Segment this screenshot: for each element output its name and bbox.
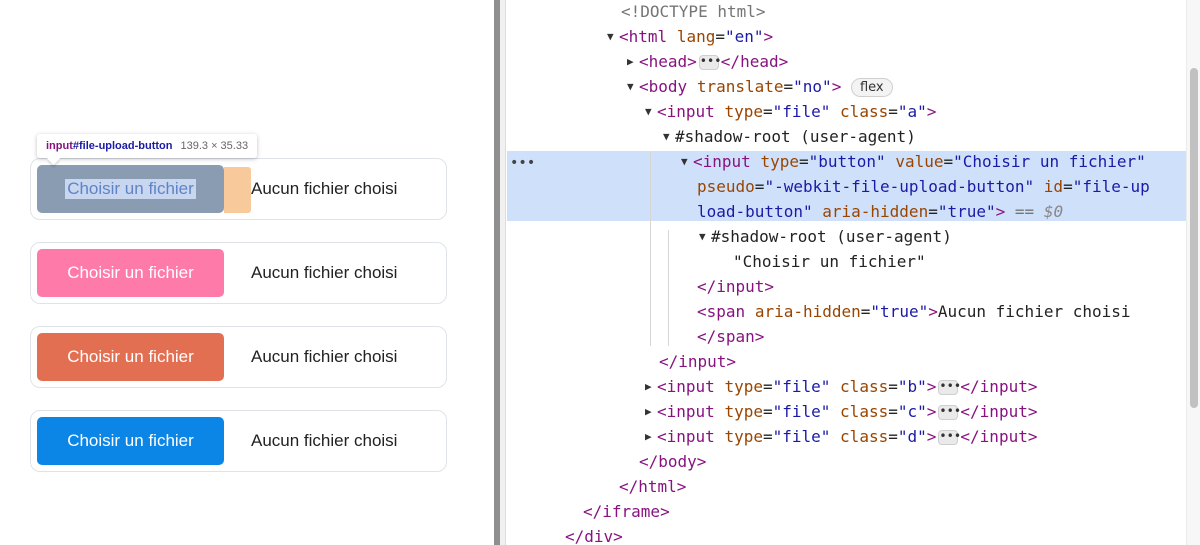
dom-node-file-upload-button-cont: load-button" aria-hidden="true"> == $0 (697, 202, 1064, 221)
inspect-tooltip: input#file-upload-button 139.3 × 35.33 (37, 134, 258, 158)
dom-node-input-b[interactable]: ▶ <input type="file" class="b"> •••</input… (507, 375, 1186, 400)
expand-arrow-icon[interactable]: ▼ (699, 225, 711, 250)
dom-node-doctype[interactable]: <!DOCTYPE html> (507, 0, 1186, 25)
ellipsis-icon[interactable]: ••• (938, 405, 961, 420)
dom-node-body[interactable]: ▼ <body translate="no"> flex (507, 75, 1186, 100)
dom-node-file-upload-button[interactable]: ▼ <input type="button" value="Choisir un … (507, 150, 1186, 175)
expand-arrow-icon[interactable]: ▼ (645, 100, 657, 125)
expand-arrow-icon[interactable]: ▼ (627, 75, 639, 100)
vertical-scrollbar[interactable] (1186, 0, 1200, 545)
collapse-arrow-icon[interactable]: ▶ (645, 400, 657, 425)
file-status-text: Aucun fichier choisi (251, 347, 398, 366)
page-preview: input#file-upload-button 139.3 × 35.33 C… (0, 0, 494, 545)
file-status-text: Aucun fichier choisi (251, 263, 398, 282)
devtools-elements-panel: ••• <!DOCTYPE html> ▼ <html lang="en"> ▶ <… (507, 0, 1200, 545)
file-button-label: Choisir un fichier (65, 179, 196, 199)
expand-arrow-icon[interactable]: ▼ (681, 150, 693, 175)
dom-node-close[interactable]: </iframe> (507, 500, 1186, 525)
flex-badge[interactable]: flex (850, 78, 893, 97)
scrollbar-thumb[interactable] (1190, 68, 1198, 408)
file-button-label: Choisir un fichier (67, 263, 194, 282)
dom-node-close[interactable]: </div> (507, 525, 1186, 545)
expand-arrow-icon[interactable]: ▼ (663, 125, 675, 150)
dom-node-inner-shadow-root[interactable]: ▼ #shadow-root (user-agent) (507, 225, 1186, 250)
file-button-label: Choisir un fichier (67, 431, 194, 450)
dom-node-shadow-root[interactable]: ▼ #shadow-root (user-agent) (507, 125, 1186, 150)
collapse-arrow-icon[interactable]: ▶ (645, 375, 657, 400)
file-upload-button[interactable]: Choisir un fichier (37, 249, 224, 297)
file-status-text: Aucun fichier choisi (251, 431, 398, 450)
ellipsis-icon[interactable]: ••• (698, 55, 721, 70)
file-upload-button[interactable]: Choisir un fichier (37, 417, 224, 465)
file-button-label: Choisir un fichier (67, 347, 194, 366)
dom-node-close[interactable]: </html> (507, 475, 1186, 500)
dom-node-input-a[interactable]: ▼ <input type="file" class="a"> (507, 100, 1186, 125)
ellipsis-icon[interactable]: ••• (938, 430, 961, 445)
collapse-arrow-icon[interactable]: ▶ (627, 50, 639, 75)
collapse-arrow-icon[interactable]: ▶ (645, 425, 657, 450)
dom-node-html[interactable]: ▼ <html lang="en"> (507, 25, 1186, 50)
dom-node-close[interactable]: </input> (507, 275, 1186, 300)
dom-text-node[interactable]: "Choisir un fichier" (507, 250, 1186, 275)
dom-node-input-c[interactable]: ▶ <input type="file" class="c"> •••</input… (507, 400, 1186, 425)
tooltip-tag: input (46, 140, 73, 152)
ellipsis-icon[interactable]: ••• (938, 380, 961, 395)
tooltip-id: #file-upload-button (72, 140, 173, 152)
dom-node-span[interactable]: <span aria-hidden="true">Aucun fichier c… (507, 300, 1186, 325)
dom-node-close[interactable]: </span> (507, 325, 1186, 350)
splitter-gutter (500, 0, 506, 545)
file-input-b[interactable]: Choisir un fichier Aucun fichier choisi (30, 242, 447, 304)
expand-arrow-icon[interactable]: ▼ (607, 25, 619, 50)
dom-node-input-d[interactable]: ▶ <input type="file" class="d"> •••</input… (507, 425, 1186, 450)
tooltip-dimensions: 139.3 × 35.33 (180, 140, 249, 152)
file-upload-button[interactable]: Choisir un fichier (37, 165, 224, 213)
dom-node-file-upload-button-cont: pseudo="-webkit-file-upload-button" id="… (697, 177, 1150, 196)
file-input-a[interactable]: Choisir un fichier Aucun fichier choisi (30, 158, 447, 220)
dom-node-close[interactable]: </body> (507, 450, 1186, 475)
dom-node-close[interactable]: </input> (507, 350, 1186, 375)
margin-highlight (224, 167, 251, 213)
dom-node-head[interactable]: ▶ <head> •••</head> (507, 50, 1186, 75)
file-input-c[interactable]: Choisir un fichier Aucun fichier choisi (30, 326, 447, 388)
file-input-d[interactable]: Choisir un fichier Aucun fichier choisi (30, 410, 447, 472)
file-status-text: Aucun fichier choisi (251, 179, 398, 198)
file-upload-button[interactable]: Choisir un fichier (37, 333, 224, 381)
